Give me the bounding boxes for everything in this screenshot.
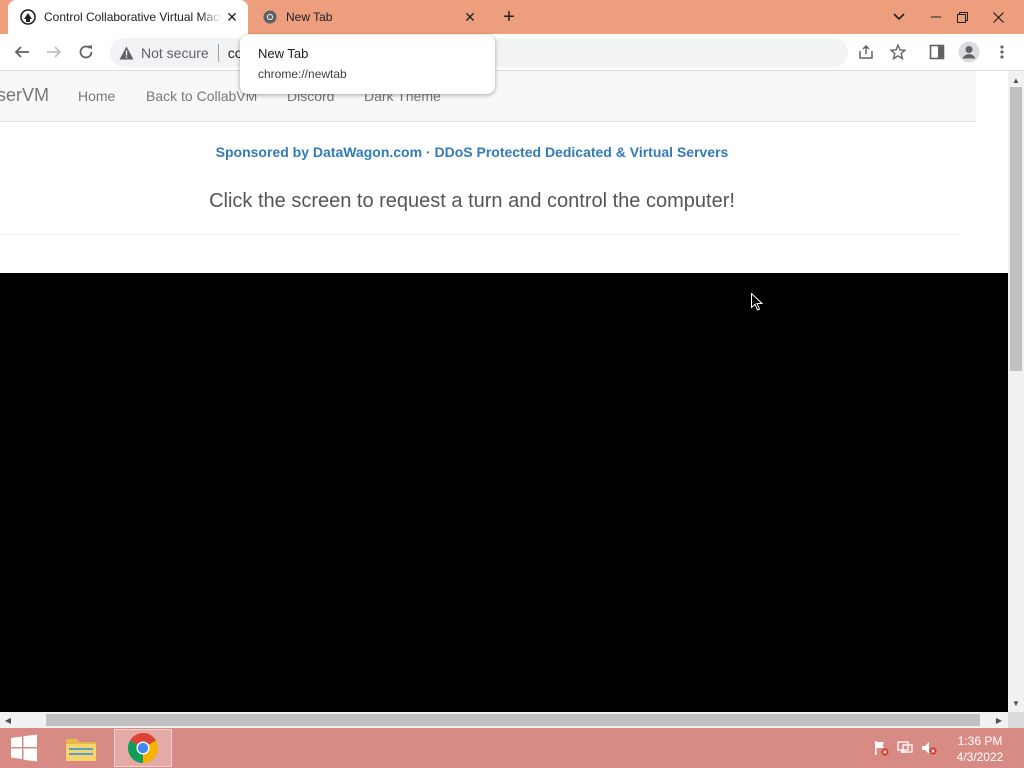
tab-title: Control Collaborative Virtual Machines	[44, 10, 222, 24]
restore-icon[interactable]	[945, 0, 979, 34]
horizontal-scrollbar[interactable]: ◀ ▶	[0, 712, 1008, 728]
site-brand[interactable]: serVM	[0, 85, 49, 106]
new-tab-button[interactable]: +	[498, 6, 520, 28]
network-icon[interactable]	[897, 740, 913, 756]
file-explorer-icon	[66, 739, 96, 761]
collabvm-icon	[20, 9, 36, 25]
clock-time: 1:36 PM	[957, 734, 1003, 748]
windows-taskbar: 1:36 PM 4/3/2022	[0, 728, 1024, 768]
browser-toolbar: Not secure co	[0, 34, 1024, 71]
sponsor-link[interactable]: Sponsored by DataWagon.com · DDoS Protec…	[0, 144, 944, 160]
turn-instructions: Click the screen to request a turn and c…	[209, 190, 735, 212]
nav-link-home[interactable]: Home	[78, 88, 115, 104]
tab-title: New Tab	[286, 10, 333, 24]
taskbar-chrome[interactable]	[114, 729, 172, 767]
vertical-scrollbar[interactable]: ▲ ▼	[1008, 71, 1024, 712]
start-button[interactable]	[0, 728, 48, 768]
vertical-scroll-thumb[interactable]	[1010, 87, 1022, 371]
back-arrow-icon[interactable]	[8, 38, 36, 66]
windows-logo-icon	[11, 734, 37, 762]
side-panel-icon[interactable]	[923, 38, 951, 66]
hover-card-title: New Tab	[258, 46, 309, 61]
tab-new-tab[interactable]: New Tab ✕	[250, 0, 486, 34]
security-label[interactable]: Not secure	[141, 45, 209, 61]
close-tab-icon[interactable]: ✕	[222, 7, 242, 27]
chrome-icon	[128, 733, 158, 763]
bookmark-star-icon[interactable]	[884, 38, 912, 66]
scroll-up-arrow-icon[interactable]: ▲	[1008, 73, 1024, 87]
close-window-icon[interactable]	[981, 0, 1015, 34]
more-menu-icon[interactable]	[988, 38, 1016, 66]
system-clock[interactable]: 1:36 PM 4/3/2022	[948, 733, 1012, 765]
close-tab-icon[interactable]: ✕	[460, 7, 480, 27]
clock-date: 4/3/2022	[956, 750, 1004, 764]
vm-display-screen[interactable]	[0, 273, 1008, 712]
tab-strip: Control Collaborative Virtual Machines ✕…	[0, 0, 1024, 34]
taskbar-file-explorer[interactable]	[52, 729, 110, 767]
horizontal-scroll-thumb[interactable]	[46, 714, 980, 726]
share-icon[interactable]	[852, 38, 880, 66]
scroll-left-arrow-icon[interactable]: ◀	[1, 712, 15, 728]
tab-search-chevron-icon[interactable]	[882, 0, 916, 34]
omnibox-divider	[217, 43, 219, 62]
volume-muted-icon[interactable]	[921, 740, 937, 756]
chrome-icon	[262, 9, 278, 25]
hover-card-url: chrome://newtab	[258, 67, 347, 81]
scroll-right-arrow-icon[interactable]: ▶	[992, 712, 1006, 728]
action-center-flag-icon[interactable]	[873, 740, 889, 756]
forward-arrow-icon[interactable]	[40, 38, 68, 66]
mouse-cursor-icon	[751, 292, 764, 316]
tab-hover-card: New Tab chrome://newtab	[240, 35, 495, 94]
scroll-down-arrow-icon[interactable]: ▼	[1008, 696, 1024, 710]
reload-icon[interactable]	[72, 38, 100, 66]
divider	[0, 234, 960, 235]
warning-icon[interactable]	[119, 46, 134, 60]
tab-collabvm[interactable]: Control Collaborative Virtual Machines ✕	[8, 0, 248, 34]
page-viewport: serVM Home Back to CollabVM Discord Dark…	[0, 71, 1008, 712]
scrollbar-corner	[1008, 712, 1024, 728]
profile-avatar-icon[interactable]	[955, 38, 983, 66]
